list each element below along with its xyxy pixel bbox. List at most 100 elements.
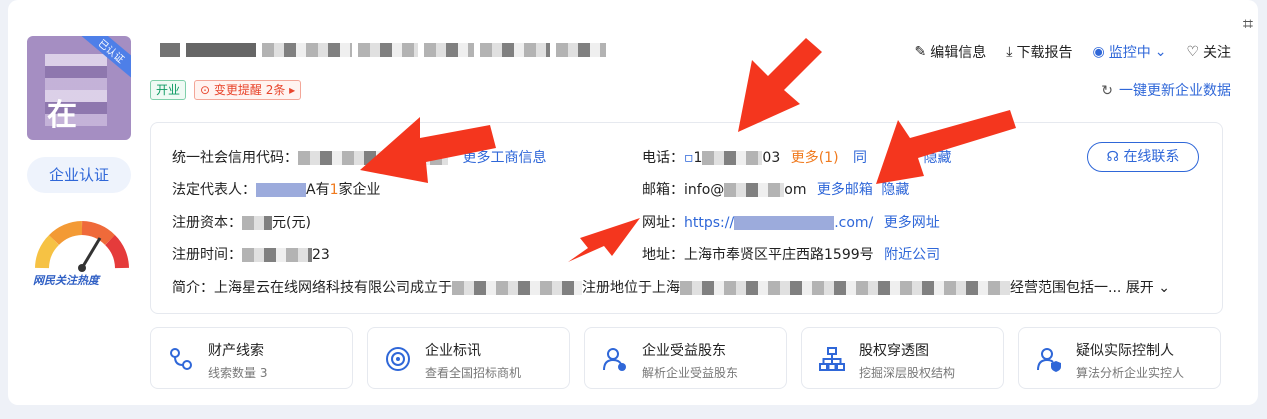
credit-code-blur bbox=[298, 151, 448, 165]
email-label: 邮箱： bbox=[642, 182, 684, 198]
name-blur-5 bbox=[424, 43, 474, 57]
online-contact-button[interactable]: ☊ 在线联系 bbox=[1087, 142, 1199, 172]
edit-button[interactable]: ✎ 编辑信息 bbox=[915, 42, 987, 62]
intro-row: 简介：上海星云在线网络科技有限公司成立于 注册地位于上海 经营范围包括一... 展开… bbox=[172, 277, 1170, 297]
online-contact-label: 在线联系 bbox=[1123, 149, 1180, 165]
feature-sub: 查看全国招标商机 bbox=[425, 366, 522, 380]
feature-title: 财产线索 bbox=[208, 343, 264, 359]
capital-label: 注册资本： bbox=[172, 215, 242, 231]
name-blur-2 bbox=[186, 43, 256, 57]
heat-label: 网民关注热度 bbox=[33, 274, 99, 287]
qr-scan-icon[interactable]: ⌗ bbox=[1243, 14, 1253, 35]
legal-blur bbox=[256, 183, 306, 197]
name-blur-1 bbox=[160, 43, 180, 57]
feature-sub: 解析企业受益股东 bbox=[642, 366, 739, 380]
certify-button[interactable]: 企业认证 bbox=[27, 157, 131, 193]
follow-button[interactable]: ♡ 关注 bbox=[1186, 42, 1231, 62]
refresh-label: 一键更新企业数据 bbox=[1119, 83, 1231, 99]
email-blur bbox=[724, 183, 785, 197]
feature-card[interactable]: 股权穿透图 挖掘深层股权结构 bbox=[801, 327, 1004, 389]
capital-blur bbox=[242, 216, 272, 230]
chevron-down-icon: ⌄ bbox=[1158, 280, 1170, 296]
monitor-label: 监控中 bbox=[1108, 45, 1151, 61]
legal-suffix: A有 bbox=[306, 182, 330, 198]
email-row: 邮箱：info@ om 更多邮箱 隐藏 bbox=[642, 179, 909, 199]
logo-char: 在 bbox=[47, 98, 77, 133]
email-prefix: info@ bbox=[684, 182, 725, 198]
feature-title: 疑似实际控制人 bbox=[1076, 343, 1174, 359]
status-badge: 开业 bbox=[150, 80, 187, 100]
feature-title: 股权穿透图 bbox=[859, 343, 929, 359]
monitor-button[interactable]: ◉ 监控中 ⌄ bbox=[1092, 42, 1166, 62]
heat-gauge-icon bbox=[35, 221, 129, 272]
intro-label: 简介： bbox=[172, 280, 214, 296]
expand-button[interactable]: 展开 ⌄ bbox=[1126, 280, 1170, 296]
intro-text: 上海星云在线网络科技有限公司成立于 bbox=[214, 280, 452, 296]
chevron-down-icon: ⌄ bbox=[1154, 44, 1167, 60]
company-name bbox=[160, 36, 606, 64]
url-suffix: .com/ bbox=[834, 215, 874, 231]
feature-list: 财产线索 线索数量 3 企业标讯 查看全国招标商机 企业受益股东 解析企业受益股… bbox=[150, 327, 1221, 389]
feature-card[interactable]: 疑似实际控制人 算法分析企业实控人 bbox=[1018, 327, 1221, 389]
legal-tail: 家企业 bbox=[338, 182, 381, 198]
change-alert-badge[interactable]: ⊙ 变更提醒 2条 ▸ bbox=[194, 80, 302, 100]
eye-icon: ◉ bbox=[1092, 44, 1105, 60]
feature-card[interactable]: 企业受益股东 解析企业受益股东 bbox=[584, 327, 787, 389]
phone-label: 电话： bbox=[642, 150, 684, 166]
feature-sub: 算法分析企业实控人 bbox=[1076, 366, 1185, 380]
url-link[interactable]: https:// .com/ bbox=[684, 215, 873, 231]
more-business-link[interactable]: 更多工商信息 bbox=[462, 150, 546, 166]
legal-count[interactable]: 1 bbox=[330, 182, 339, 198]
intro-blur-2 bbox=[680, 281, 1010, 295]
credit-code-label: 统一社会信用代码： bbox=[172, 150, 298, 166]
phone-suffix: 03 bbox=[762, 150, 781, 166]
headset-icon: ☊ bbox=[1106, 149, 1119, 165]
intro-blur-1 bbox=[452, 281, 582, 295]
name-blur-4 bbox=[358, 43, 418, 57]
clue-icon bbox=[170, 348, 192, 370]
feature-card[interactable]: 财产线索 线索数量 3 bbox=[150, 327, 353, 389]
more-email-link[interactable]: 更多邮箱 bbox=[817, 182, 873, 198]
heart-icon: ♡ bbox=[1186, 44, 1199, 60]
feature-title: 企业受益股东 bbox=[642, 343, 726, 359]
name-blur-7 bbox=[556, 43, 606, 57]
url-label: 网址： bbox=[642, 215, 684, 231]
hide-phone-link[interactable]: 隐藏 bbox=[923, 150, 951, 166]
org-chart-icon bbox=[819, 347, 845, 371]
phone-icon: ▫ bbox=[684, 150, 694, 166]
intro-tail: 经营范围包括一... bbox=[1010, 280, 1122, 296]
legal-rep-row: 法定代表人： A有1家企业 bbox=[172, 179, 381, 199]
address-row: 地址：上海市奉贤区平庄西路1599号 附近公司 bbox=[642, 244, 940, 264]
change-alert-label: 变更提醒 2条 bbox=[213, 83, 286, 97]
follow-label: 关注 bbox=[1203, 45, 1231, 61]
url-blur bbox=[734, 216, 835, 230]
edit-label: 编辑信息 bbox=[930, 45, 987, 61]
info-panel: 统一社会信用代码： 更多工商信息 法定代表人： A有1家企业 注册资本： 元(元) … bbox=[150, 122, 1223, 314]
date-row: 注册时间： 23 bbox=[172, 244, 330, 264]
date-suffix: 23 bbox=[312, 247, 330, 263]
address-value: 上海市奉贤区平庄西路1599号 bbox=[684, 247, 874, 263]
url-row: 网址：https:// .com/ 更多网址 bbox=[642, 212, 940, 232]
feature-title: 企业标讯 bbox=[425, 343, 481, 359]
address-label: 地址： bbox=[642, 247, 684, 263]
download-label: 下载报告 bbox=[1016, 45, 1073, 61]
nearby-link[interactable]: 附近公司 bbox=[884, 247, 940, 263]
phone-prefix: 1 bbox=[693, 150, 703, 166]
email-suffix: om bbox=[784, 182, 807, 198]
download-button[interactable]: ⤓ 下载报告 bbox=[1006, 42, 1072, 62]
more-phone-link[interactable]: 更多(1) bbox=[791, 150, 839, 166]
feature-card[interactable]: 企业标讯 查看全国招标商机 bbox=[367, 327, 570, 389]
same-phone-link[interactable]: 同 bbox=[853, 150, 867, 166]
download-icon: ⤓ bbox=[1006, 44, 1013, 60]
company-logo: 在 已认证 bbox=[27, 36, 131, 140]
expand-label: 展开 bbox=[1125, 280, 1154, 296]
pencil-icon: ✎ bbox=[914, 44, 927, 60]
intro-mid: 注册地位于上海 bbox=[582, 280, 680, 296]
refresh-button[interactable]: ↻ 一键更新企业数据 bbox=[1101, 80, 1231, 100]
name-blur-6 bbox=[480, 43, 550, 57]
more-url-link[interactable]: 更多网址 bbox=[884, 215, 940, 231]
controller-icon bbox=[1037, 348, 1061, 372]
hide-email-link[interactable]: 隐藏 bbox=[881, 182, 909, 198]
target-icon bbox=[386, 347, 410, 371]
phone-blur bbox=[702, 151, 763, 165]
